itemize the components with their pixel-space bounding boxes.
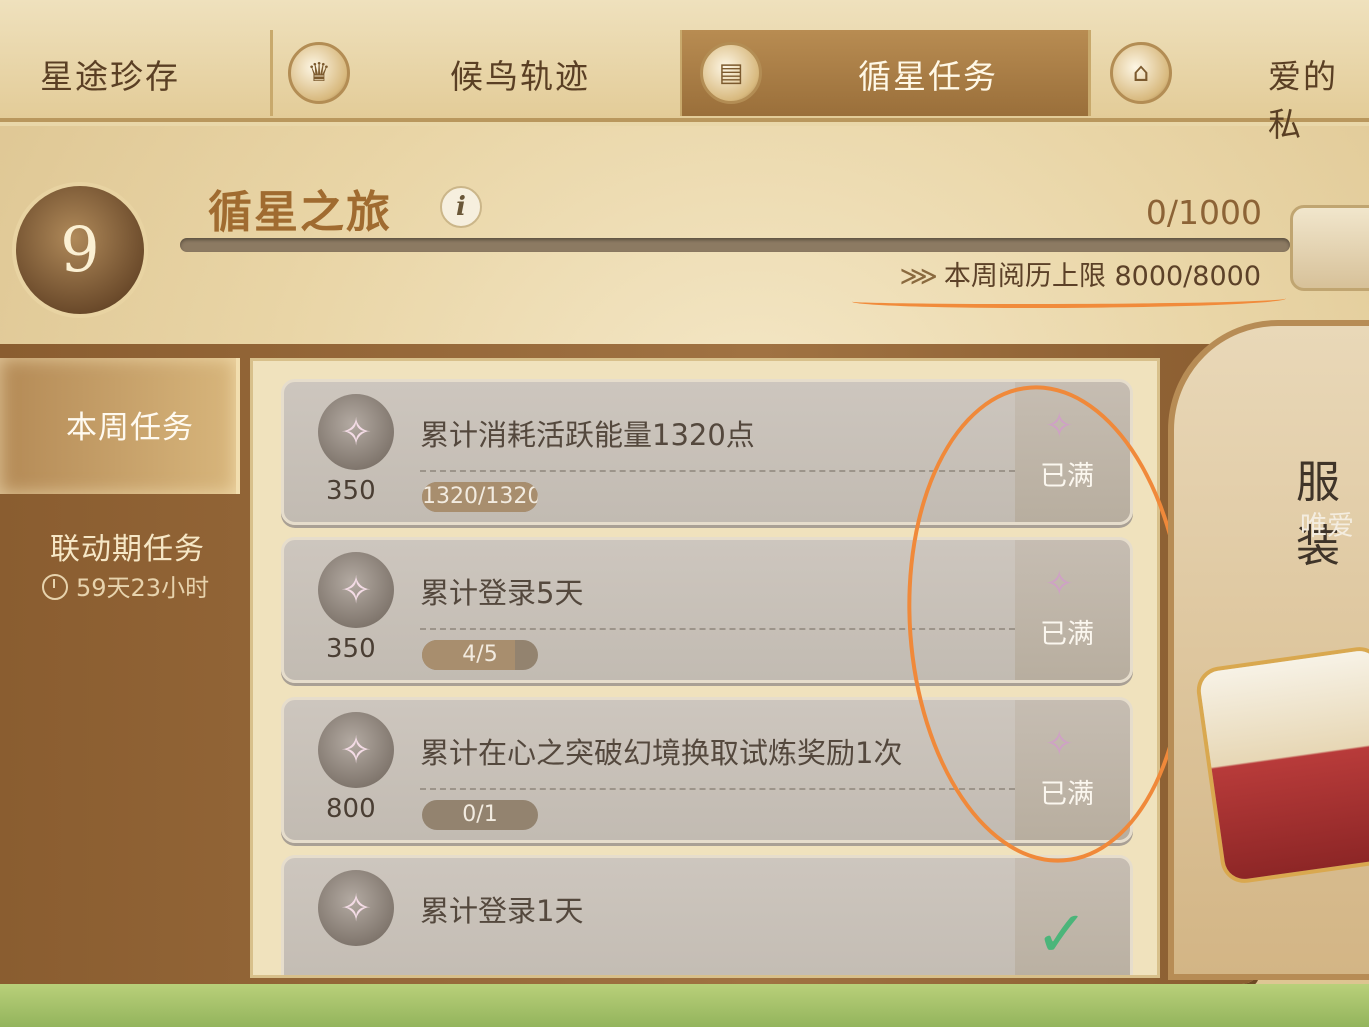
tab-star-tasks[interactable]: ▤ 循星任务 <box>682 30 1091 116</box>
reward-amount: 800 <box>326 794 376 824</box>
outfit-subtitle: 唯爱 <box>1300 511 1354 542</box>
countdown: 59天23小时 <box>42 568 209 603</box>
task-progress-text: 1320/1320 <box>422 484 538 509</box>
check-icon: ✓ <box>1035 898 1089 972</box>
tab-label: 星途珍存 <box>40 57 180 96</box>
sidebar-item-weekly-tasks[interactable]: 本周任务 <box>0 358 240 494</box>
info-icon[interactable]: i <box>440 186 482 228</box>
paper-crane-icon: ✧ <box>318 712 394 788</box>
journey-title: 循星之旅 <box>208 187 392 238</box>
weekly-cap: ⋙ 本周阅历上限 8000/8000 <box>899 254 1261 293</box>
tab-label: 爱的私 <box>1268 57 1338 144</box>
journal-icon: ▤ <box>700 42 762 104</box>
cake-icon: ⌂ <box>1110 42 1172 104</box>
weekly-cap-value: 8000/8000 <box>1114 261 1261 292</box>
tab-love-private[interactable]: ⌂ 爱的私 <box>1092 30 1369 144</box>
exp-progress-bar <box>180 238 1290 252</box>
weekly-cap-label: 本周阅历上限 <box>943 261 1106 292</box>
task-status: ✓ <box>1015 858 1130 975</box>
treasure-chest-icon <box>1198 648 1369 882</box>
tab-label: 循星任务 <box>858 57 998 96</box>
sidebar-item-linked-tasks[interactable]: 联动期任务 59天23小时 <box>0 520 248 620</box>
sidebar-item-label: 本周任务 <box>66 410 194 446</box>
paper-crane-icon: ✧ <box>318 394 394 470</box>
level-reward-button[interactable] <box>1290 205 1369 291</box>
task-progress-bar: 1320/1320 <box>422 482 538 512</box>
paper-crane-icon: ✧ <box>318 870 394 946</box>
task-row: ✧ 累计登录1天 ✓ <box>281 855 1133 975</box>
task-progress-bar: 4/5 <box>422 640 538 670</box>
tab-label: 候鸟轨迹 <box>450 57 590 96</box>
clock-icon <box>42 574 68 600</box>
task-title: 累计登录5天 <box>420 576 584 610</box>
feather-icon: ⋙ <box>899 261 938 292</box>
annotation-underline <box>852 292 1286 308</box>
tab-star-collection[interactable]: 星途珍存 <box>0 30 273 116</box>
divider <box>420 788 1025 790</box>
task-progress-bar: 0/1 <box>422 800 538 830</box>
countdown-text: 59天23小时 <box>76 574 210 602</box>
task-title: 累计登录1天 <box>420 894 584 928</box>
task-progress-text: 4/5 <box>462 642 498 667</box>
exp-value: 0/1000 <box>1145 193 1262 232</box>
task-title: 累计在心之突破幻境换取试炼奖励1次 <box>420 736 903 770</box>
task-title: 累计消耗活跃能量1320点 <box>420 418 755 452</box>
tab-bar: 星途珍存 ♛ 候鸟轨迹 ▤ 循星任务 ⌂ 爱的私 <box>0 0 1369 144</box>
reward-showcase[interactable] <box>1168 320 1369 980</box>
reward-amount: 350 <box>326 476 376 506</box>
crown-portrait-icon: ♛ <box>288 42 350 104</box>
tab-migrant-track[interactable]: ♛ 候鸟轨迹 <box>272 30 683 116</box>
level-badge: 9 <box>12 182 148 318</box>
paper-crane-icon: ✧ <box>318 552 394 628</box>
reward-amount: 350 <box>326 634 376 664</box>
sidebar-item-label: 联动期任务 <box>50 532 205 567</box>
grass-ground <box>0 984 1369 1027</box>
task-progress-text: 0/1 <box>462 802 498 827</box>
